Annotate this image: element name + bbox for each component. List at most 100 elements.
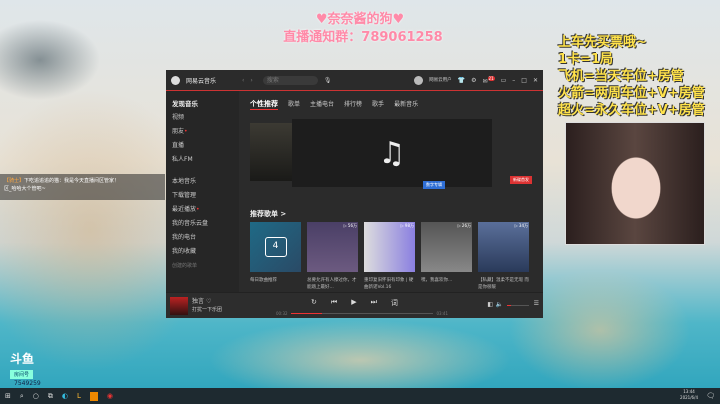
sidebar-item-radio[interactable]: 我的电台 [172,231,233,245]
chat-user: 【骑士】 [4,178,25,184]
sidebar-item-cloud[interactable]: 我的音乐云盘 [172,217,233,231]
sound-quality-icon[interactable]: ◧ [487,301,493,308]
skin-icon[interactable]: 👕 [458,77,465,84]
stream-rules: 上车先买票哦~ 1卡=1局 飞机=当天车位+房管 火箭=两周车位+V+房管 超火… [558,34,705,119]
minimize-icon[interactable]: – [512,77,515,84]
volume-icon[interactable]: 🔈 [496,301,503,308]
lyrics-icon[interactable]: 词 [391,298,398,308]
sidebar-item-recent[interactable]: 最近播放• [172,203,233,217]
song-title[interactable]: 独言 [192,298,204,305]
progress-fill [291,313,323,314]
rule-line: 1卡=1局 [558,52,613,67]
stream-group-notice: 直播通知群：789061258 [283,30,443,45]
play-icon[interactable]: ▶ [351,298,356,308]
room-label: 房间号 [10,370,34,379]
play-count: ▷ 26万 [421,222,472,272]
like-icon[interactable]: ♡ [206,298,211,305]
recommended-playlists-title[interactable]: 推荐歌单 > [250,209,286,219]
edge-icon[interactable]: ◐ [62,392,68,400]
tab-radio[interactable]: 主播电台 [310,99,334,110]
sidebar-item-live[interactable]: 直播 [172,139,233,153]
playlist-title: 【私藏】温柔不是无瑕 而是你很暖 [478,278,529,290]
notification-center-icon[interactable]: 🗨 [706,392,715,400]
sidebar-item-label: 朋友 [172,128,185,135]
play-count: ▷ 56万 [307,222,358,272]
close-icon[interactable]: ✕ [533,77,538,84]
netease-music-taskbar-icon[interactable]: ◉ [107,392,113,400]
chat-text: 下吃追追追的猫：我是今天直播间区管家！ [24,178,120,184]
playlist-icon[interactable]: ☰ [534,300,539,307]
netease-logo-icon [171,75,180,85]
chat-message: 【骑士】下吃追追追的猫：我是今天直播间区管家！ 区_哈哈大个管吧~ [0,174,165,200]
rule-line: 超火=永久车位+V+房管 [558,103,705,118]
calendar-icon: 4 [264,237,287,257]
playlist-card[interactable]: ▷ 26万嘿，我喜欢你... [421,222,472,291]
sidebar-discover[interactable]: 发现音乐 [172,97,233,111]
volume-slider[interactable] [507,305,529,306]
system-clock[interactable]: 13:44 2021/6/4 [680,389,698,401]
tab-playlists[interactable]: 歌单 [288,99,300,110]
app-icon[interactable]: L [77,392,81,400]
maximize-icon[interactable]: □ [521,77,527,84]
next-icon[interactable]: ⏭ [371,298,377,308]
sidebar-item-label: 最近播放 [172,206,197,213]
album-art[interactable] [170,296,188,315]
voice-search-icon[interactable]: 🎙 [324,77,332,84]
previous-icon[interactable]: ⏮ [331,298,337,308]
play-count: ▷ 98万 [364,222,415,272]
total-time: 03:41 [436,311,448,316]
playlist-card[interactable]: ▷ 56万总要允许有人擦过你，才能踏上最好... [307,222,358,291]
user-name[interactable]: 网易云用户 [429,77,452,83]
playlist-card[interactable]: ▷ 98万 重印复旧怀旧有印象 | 硬曲新谣Vol.16 [364,222,415,291]
sidebar-item-video[interactable]: 视频 [172,111,233,125]
sidebar-item-collect[interactable]: 我的收藏 [172,245,233,259]
sidebar-item-friends[interactable]: 朋友• [172,125,233,139]
sidebar-item-local[interactable]: 本地音乐 [172,175,233,189]
app-icon[interactable] [89,391,98,401]
loop-icon[interactable]: ↻ [311,298,317,308]
title-bar: 网易云音乐 ‹ › 搜索 🎙 网易云用户 👕 ⚙ ✉21 ▭ – □ ✕ [166,70,543,91]
cortana-icon[interactable]: ○ [33,392,39,400]
task-view-icon[interactable]: ⧉ [48,392,53,401]
playlist-title: 嘿，我喜欢你... [421,278,453,283]
banner-carousel[interactable]: ♫ 数字专辑 新碟首发 [250,119,539,189]
rule-line: 上车先买票哦~ [558,35,647,50]
sidebar-item-fm[interactable]: 私人FM [172,153,233,167]
playlist-grid: 4 每日歌曲推荐 ▷ 56万总要允许有人擦过你，才能踏上最好... ▷ 98万 重印… [250,222,529,291]
tab-artists[interactable]: 歌手 [372,99,384,110]
taskbar: ⊞ ⌕ ○ ⧉ ◐ L ◉ 13:44 2021/6/4 🗨 [0,388,720,404]
tab-new-music[interactable]: 最新音乐 [394,99,418,110]
playback-controls: ↻ ⏮ ▶ ⏭ 词 [311,298,398,308]
playlist-card[interactable]: 4 每日歌曲推荐 [250,222,301,291]
windows-start-icon[interactable]: ⊞ [5,392,11,400]
avatar[interactable] [414,75,424,85]
sidebar-created-playlists[interactable]: 创建的歌单 [172,259,233,273]
progress-bar[interactable] [291,313,433,314]
back-icon[interactable]: ‹ [242,77,244,84]
playlist-card[interactable]: ▷ 34万【私藏】温柔不是无瑕 而是你很暖 [478,222,529,291]
chat-text: 区_哈哈大个管吧~ [4,186,46,192]
elapsed-time: 00:32 [276,311,288,316]
clock-date: 2021/6/4 [680,395,698,400]
tab-recommend[interactable]: 个性推荐 [250,99,278,110]
tab-charts[interactable]: 排行榜 [344,99,362,110]
playlist-title: 每日歌曲推荐 [250,278,277,283]
mail-icon[interactable]: ✉21 [483,75,495,85]
artist-name[interactable]: 打扰一下乐团 [192,306,222,314]
music-note-icon: ♫ [292,119,492,187]
notification-badge: 21 [487,75,495,81]
stream-notice-title: ♥奈奈酱的狗♥ [315,12,405,27]
playlist-title: 总要允许有人擦过你，才能踏上最好... [307,278,357,290]
mini-mode-icon[interactable]: ▭ [501,77,507,84]
douyu-logo: 斗鱼 [10,352,35,366]
play-count: ▷ 34万 [478,222,529,272]
settings-icon[interactable]: ⚙ [471,77,476,84]
search-icon[interactable]: ⌕ [20,392,24,401]
rule-line: 飞机=当天车位+房管 [558,69,684,84]
app-name: 网易云音乐 [186,77,217,85]
tab-bar: 个性推荐 歌单 主播电台 排行榜 歌手 最新音乐 [250,99,539,110]
sidebar-item-download[interactable]: 下载管理 [172,189,233,203]
forward-icon[interactable]: › [250,77,252,84]
search-input[interactable]: 搜索 [262,75,318,85]
rule-line: 火箭=两周车位+V+房管 [558,86,705,101]
